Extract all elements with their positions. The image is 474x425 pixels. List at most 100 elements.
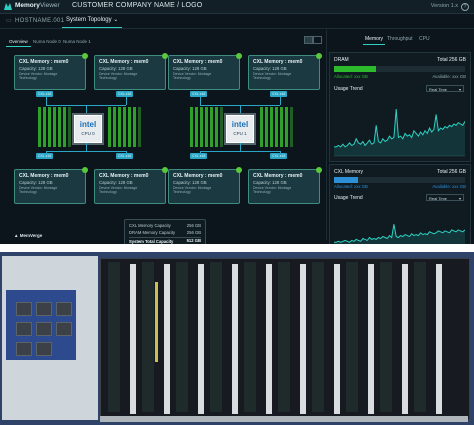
sub-bar: ▭ HOSTNAME.001 System Topology ⌄	[0, 14, 474, 29]
cpu-label: CPU 0	[81, 131, 95, 136]
card-capacity: Capacity: 128 GB	[99, 180, 133, 185]
status-dot	[236, 53, 242, 59]
cxl-link-label: CXL x16	[190, 91, 208, 97]
status-dot	[236, 167, 242, 173]
tab-overview[interactable]: Overview	[6, 37, 31, 47]
server-hardware-photo	[0, 252, 474, 425]
connector-line	[200, 151, 280, 152]
view-selector-dropdown[interactable]: System Topology ⌄	[62, 14, 123, 28]
dram-module	[200, 107, 203, 147]
dram-title: DRAM	[334, 57, 349, 63]
cpu-1-chip[interactable]: intel CPU 1	[226, 115, 254, 143]
port-block	[36, 342, 52, 356]
dram-module	[190, 107, 193, 147]
dram-module	[285, 107, 288, 147]
dram-module	[38, 107, 41, 147]
server-icon: ▭	[6, 18, 12, 24]
cpu-0-chip[interactable]: intel CPU 0	[74, 115, 102, 143]
cxl-trend-label: Usage Trend	[334, 195, 363, 201]
dram-module	[138, 107, 141, 147]
cxl-card-top-4[interactable]: CXL Memory : mem0 Capacity: 128 GB Devic…	[248, 53, 322, 90]
memverge-logo: ▲ MemVerge	[14, 233, 43, 238]
tab-memory[interactable]: Memory	[363, 35, 386, 45]
metrics-panel: Memory Throughput CPU DRAM Total 256 GB …	[326, 30, 471, 244]
cxl-link-label: CXL x16	[190, 153, 208, 159]
memory-module	[176, 262, 188, 412]
rail	[130, 264, 136, 414]
memory-module	[278, 262, 290, 412]
dram-module	[290, 107, 293, 147]
dram-module	[205, 107, 208, 147]
dram-trend-area	[334, 109, 465, 156]
list-view-icon[interactable]	[313, 36, 322, 44]
hostname[interactable]: ▭ HOSTNAME.001	[6, 17, 64, 24]
cxl-link-label: CXL x16	[270, 153, 288, 159]
cxl-section: CXL Memory Total 256 GB Allocated: xxx G…	[329, 164, 471, 244]
help-icon[interactable]: ?	[461, 3, 469, 11]
dram-module	[48, 107, 51, 147]
tab-numa-node-1[interactable]: Numa Node 1	[60, 37, 94, 46]
status-dot	[82, 167, 88, 173]
card-vendor: Device Vendor: Montage Technology	[99, 72, 138, 81]
cxl-link-label: CXL x16	[270, 91, 288, 97]
grid-view-icon[interactable]	[304, 36, 313, 44]
tab-numa-node-0[interactable]: Numa Node 0	[30, 37, 64, 46]
cxl-card-bottom-1[interactable]: CXL Memory : mem0 Capacity: 128 GB Devic…	[14, 167, 88, 204]
app-title: MemoryViewer	[15, 2, 60, 9]
status-dot	[316, 53, 322, 59]
memory-module	[244, 262, 256, 412]
card-vendor: Device Vendor: Montage Technology	[253, 186, 292, 195]
tab-throughput[interactable]: Throughput	[385, 35, 415, 44]
memory-module	[108, 262, 120, 412]
top-bar: MemoryViewer CUSTOMER COMPANY NAME / LOG…	[0, 0, 474, 14]
rail	[368, 264, 374, 414]
cxl-card-top-2[interactable]: CXL Memory : mem0 Capacity: 128 GB Devic…	[94, 53, 168, 90]
rail	[334, 264, 340, 414]
cxl-trend-chart	[334, 224, 465, 244]
cxl-range-dropdown[interactable]: Real Time	[426, 194, 464, 202]
memory-viewer-logo-icon	[4, 3, 12, 10]
connector-line	[46, 151, 126, 152]
dram-module	[260, 107, 263, 147]
dram-trend-label: Usage Trend	[334, 86, 363, 92]
port-block	[16, 302, 32, 316]
card-title: CXL Memory : mem0	[253, 173, 303, 179]
summary-total-row: System Total Capacity 512 GB	[129, 237, 201, 244]
cxl-title: CXL Memory	[334, 169, 363, 175]
cxl-card-top-1[interactable]: CXL Memory : mem0 Capacity: 128 GB Devic…	[14, 53, 88, 90]
cpu-label: CPU 1	[233, 131, 247, 136]
memory-module	[210, 262, 222, 412]
cxl-card-bottom-3[interactable]: CXL Memory : mem0 Capacity: 128 GB Devic…	[168, 167, 242, 204]
memory-viewer-app: MemoryViewer CUSTOMER COMPANY NAME / LOG…	[0, 0, 474, 244]
connector-line	[86, 143, 87, 151]
rail	[402, 264, 408, 414]
cxl-card-top-3[interactable]: CXL Memory : mem0 Capacity: 128 GB Devic…	[168, 53, 242, 90]
memory-module	[380, 262, 392, 412]
dram-range-dropdown[interactable]: Real Time	[426, 85, 464, 93]
cxl-card-bottom-4[interactable]: CXL Memory : mem0 Capacity: 128 GB Devic…	[248, 167, 322, 204]
rail	[198, 264, 204, 414]
card-vendor: Device Vendor: Montage Technology	[99, 186, 138, 195]
dram-module	[63, 107, 66, 147]
dram-allocated: Allocated: xxx GB	[334, 74, 368, 79]
dram-usage-fill	[334, 66, 376, 72]
cxl-link-label: CXL x16	[116, 153, 134, 159]
card-capacity: Capacity: 128 GB	[99, 66, 133, 71]
summary-row: DRAM Memory Capacity 256 GB	[129, 230, 201, 235]
cxl-card-bottom-2[interactable]: CXL Memory : mem0 Capacity: 128 GB Devic…	[94, 167, 168, 204]
yellow-latch	[155, 282, 158, 362]
connector-line	[46, 97, 47, 105]
rail	[300, 264, 306, 414]
company-name: CUSTOMER COMPANY NAME / LOGO	[72, 2, 203, 9]
capacity-summary: CXL Memory Capacity 256 GB DRAM Memory Ca…	[124, 219, 206, 244]
card-capacity: Capacity: 128 GB	[253, 66, 287, 71]
cxl-total: Total 256 GB	[437, 169, 466, 175]
memory-module	[414, 262, 426, 412]
status-dot	[316, 167, 322, 173]
card-title: CXL Memory : mem0	[99, 59, 149, 65]
dram-trend-chart	[334, 109, 465, 157]
dram-module	[195, 107, 198, 147]
tab-cpu[interactable]: CPU	[417, 35, 432, 44]
summary-row: CXL Memory Capacity 256 GB	[129, 223, 201, 228]
dram-module	[270, 107, 273, 147]
